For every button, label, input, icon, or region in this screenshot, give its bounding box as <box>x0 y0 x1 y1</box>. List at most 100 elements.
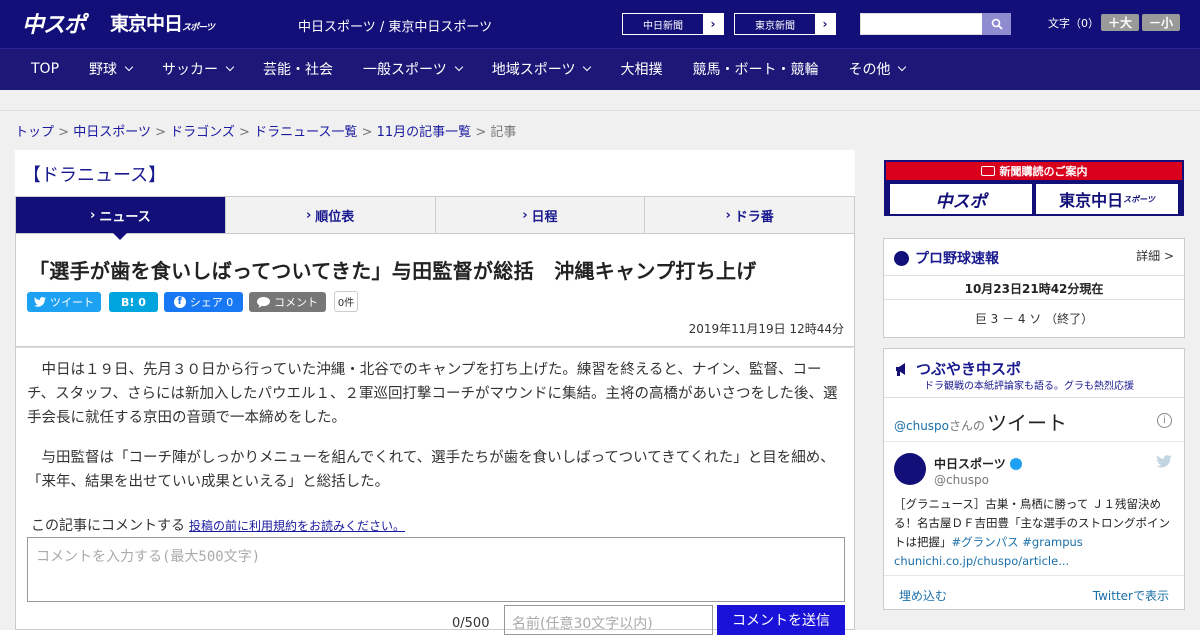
avatar[interactable] <box>894 453 926 485</box>
article-header: 「選手が歯を食いしばってついてきた」与田監督が総括 沖縄キャンプ打ち上げ ツイー… <box>15 234 855 347</box>
font-size-label: 文字（0） <box>1048 17 1099 30</box>
breadcrumb-link[interactable]: ドラニュース一覧 <box>254 125 357 140</box>
nav-label: 地域スポーツ <box>491 62 576 78</box>
chevron-right-icon: › <box>815 14 835 34</box>
search-button[interactable] <box>982 13 1011 35</box>
search-input[interactable] <box>860 13 983 35</box>
scores-title: プロ野球速報 <box>894 248 999 268</box>
hashtag-link[interactable]: #グランパス #grampus <box>952 535 1083 549</box>
tokyo-logo-sub: スポーツ <box>182 23 215 33</box>
site-name[interactable]: 中日スポーツ / 東京中日スポーツ <box>298 16 492 35</box>
scores-timestamp: 10月23日21時42分現在 <box>964 282 1104 296</box>
chunichi-button-label: 中日新聞 <box>643 20 683 32</box>
tokyo-sub-small: スポーツ <box>1123 194 1155 204</box>
nav-item-entertainment[interactable]: 芸能・社会 <box>263 59 333 79</box>
article-paragraph: 中日は１９日、先月３０日から行っていた沖縄・北谷でのキャンプを打ち上げた。練習を… <box>27 362 838 426</box>
nav-label: 野球 <box>89 62 118 78</box>
nav-item-soccer[interactable]: サッカー <box>162 59 235 79</box>
embed-link[interactable]: 埋め込む <box>899 587 947 604</box>
newspaper-icon <box>980 166 995 176</box>
tab-news[interactable]: › ニュース <box>16 197 226 240</box>
game-score-row[interactable]: 巨 3 － 4 ソ （終了） <box>884 310 1184 327</box>
tokyo-shinbun-button[interactable]: 東京新聞 › <box>734 13 836 35</box>
top-header: 中スポ 東京中日スポーツ 中日スポーツ / 東京中日スポーツ 中日新聞 › 東京新… <box>0 0 1200 48</box>
tweets-heading: ツイート <box>987 411 1068 435</box>
breadcrumb-sep: > <box>58 125 70 140</box>
facebook-icon: f <box>173 296 186 308</box>
tweet-button[interactable]: ツイート <box>27 292 101 312</box>
twitter-widget: つぶやき中スポ ドラ観戦の本紙評論家も語る。グラも熱烈応援 @chuspo さんの… <box>883 348 1185 610</box>
hatena-button[interactable]: B! 0 <box>109 292 158 312</box>
nav-label: TOP <box>31 61 60 77</box>
tokyo-button-label: 東京新聞 <box>755 20 795 32</box>
tweet-author[interactable]: 中日スポーツ <box>934 455 1022 472</box>
twitter-icon <box>34 297 46 307</box>
tab-standings[interactable]: › 順位表 <box>225 197 436 233</box>
nav-item-other[interactable]: その他 <box>848 59 907 79</box>
breadcrumb-current: 記事 <box>490 125 517 140</box>
scores-detail-link[interactable]: 詳細 > <box>1136 247 1174 264</box>
nav-item-sumo[interactable]: 大相撲 <box>620 59 662 79</box>
chunichi-shinbun-button[interactable]: 中日新聞 › <box>622 13 724 35</box>
tweet-label: ツイート <box>50 296 94 309</box>
nav-item-top[interactable]: TOP <box>31 61 59 77</box>
nav-item-general-sports[interactable]: 一般スポーツ <box>363 59 463 79</box>
comment-textarea[interactable]: コメントを入力する(最大500文字) <box>27 537 845 602</box>
tokyo-logo-text: 東京中日 <box>110 13 183 35</box>
chevron-down-icon <box>225 62 235 72</box>
tokyo-sub-text: 東京中日 <box>1059 191 1124 210</box>
breadcrumb-link[interactable]: ドラゴンズ <box>170 125 235 140</box>
nav-label: 一般スポーツ <box>363 62 447 78</box>
font-smaller-button[interactable]: －小 <box>1142 14 1180 31</box>
info-icon[interactable]: i <box>1157 413 1172 428</box>
breadcrumb-link[interactable]: トップ <box>15 125 54 140</box>
subscription-banner[interactable]: 新聞購読のご案内 中スポ 東京中日 スポーツ <box>884 160 1184 216</box>
comment-button[interactable]: コメント <box>249 292 326 312</box>
subscribe-chuspo-button[interactable]: 中スポ <box>890 184 1032 214</box>
tokyo-chunichi-logo[interactable]: 東京中日スポーツ <box>110 9 215 36</box>
nav-item-baseball[interactable]: 野球 <box>89 59 134 79</box>
nav-label: サッカー <box>162 62 219 78</box>
subscribe-tokyo-button[interactable]: 東京中日 スポーツ <box>1036 184 1178 214</box>
nav-label: 芸能・社会 <box>263 62 334 78</box>
tab-reporter[interactable]: › ドラ番 <box>645 197 854 233</box>
chevron-right-icon: › <box>522 207 528 223</box>
tab-label: ニュース <box>99 209 151 225</box>
tweets-subtitle: ドラ観戦の本紙評論家も語る。グラも熱烈応援 <box>924 381 1134 392</box>
chevron-right-icon: › <box>90 207 96 223</box>
main-nav: TOP 野球 サッカー 芸能・社会 一般スポーツ 地域スポーツ 大相撲 競馬・ボ… <box>0 48 1200 90</box>
tweet-link[interactable]: chunichi.co.jp/chuspo/article... <box>894 554 1069 568</box>
breadcrumb-sep: > <box>475 125 487 140</box>
comment-label: コメント <box>274 296 318 309</box>
twitter-bird-icon[interactable] <box>1156 455 1172 468</box>
twitter-handle-link[interactable]: @chuspo <box>894 419 949 433</box>
name-input[interactable]: 名前(任意30文字以内) <box>504 605 713 635</box>
breadcrumb: トップ > 中日スポーツ > ドラゴンズ > ドラニュース一覧 > 11月の記事… <box>15 121 516 140</box>
ad-title-label: 新聞購読のご案内 <box>999 165 1088 178</box>
terms-link[interactable]: 投稿の前に利用規約をお読みください。 <box>189 519 405 533</box>
font-larger-button[interactable]: ＋大 <box>1101 14 1139 31</box>
comment-count: 0件 <box>334 291 358 312</box>
send-comment-button[interactable]: コメントを送信 <box>717 605 845 635</box>
facebook-share-button[interactable]: f シェア 0 <box>164 292 243 312</box>
article-headline: 「選手が歯を食いしばってついてきた」与田監督が総括 沖縄キャンプ打ち上げ <box>29 259 757 283</box>
divider <box>884 575 1184 576</box>
tab-schedule[interactable]: › 日程 <box>435 197 646 233</box>
tweets-timeline-header: @chuspo さんの ツイート <box>894 407 1067 436</box>
chuspo-logo[interactable]: 中スポ <box>22 7 86 39</box>
scores-title-label: プロ野球速報 <box>915 251 999 267</box>
nav-label: 競馬・ボート・競輪 <box>692 62 819 78</box>
tweet-username[interactable]: @chuspo <box>934 473 989 487</box>
nav-label: 大相撲 <box>620 62 663 78</box>
tweets-title: つぶやき中スポ <box>894 358 1021 379</box>
nav-item-racing[interactable]: 競馬・ボート・競輪 <box>692 59 818 79</box>
facebook-share-label: シェア 0 <box>189 296 234 309</box>
chevron-right-icon: › <box>725 207 731 223</box>
breadcrumb-link[interactable]: 中日スポーツ <box>73 125 151 140</box>
tweet-text: ［グラニュース］古巣・鳥栖に勝って Ｊ１残留決める！名古屋ＤＦ吉田豊「主な選手の… <box>894 495 1176 571</box>
comment-heading: この記事にコメントする 投稿の前に利用規約をお読みください。 <box>31 515 405 535</box>
nav-item-local-sports[interactable]: 地域スポーツ <box>491 59 592 79</box>
breadcrumb-link[interactable]: 11月の記事一覧 <box>377 125 472 140</box>
chevron-down-icon <box>583 62 592 72</box>
view-on-twitter-link[interactable]: Twitterで表示 <box>1093 587 1169 604</box>
